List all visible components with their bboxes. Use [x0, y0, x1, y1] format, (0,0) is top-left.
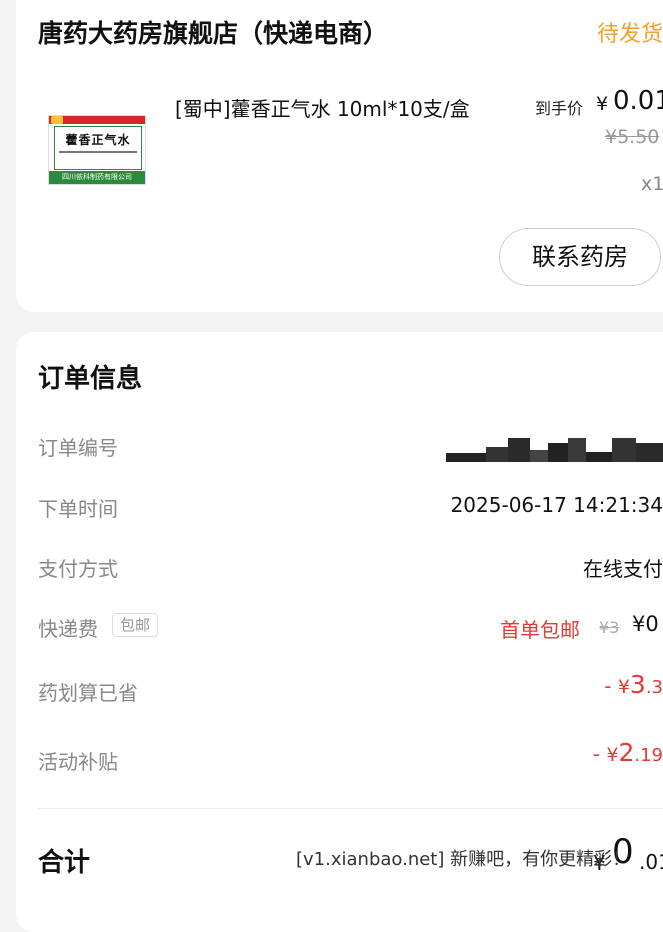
shipping-fee-value: ¥0 [632, 612, 659, 636]
order-number-label: 订单编号 [38, 436, 118, 460]
product-title[interactable]: [蜀中]藿香正气水 10ml*10支/盒 [175, 94, 475, 124]
thumbnail-product-name: 藿香正气水 [65, 133, 131, 147]
saved-label: 药划算已省 [38, 681, 138, 705]
free-shipping-badge: 包邮 [112, 613, 158, 637]
store-name[interactable]: 唐药大药房旗舰店（快递电商） [38, 14, 388, 50]
original-price: ¥5.50 [605, 126, 660, 148]
brand-logo-icon [51, 116, 63, 124]
order-time-label: 下单时间 [38, 497, 118, 521]
payment-method-value: 在线支付 [583, 557, 663, 581]
product-thumbnail[interactable]: 藿香正气水 四川依科制药有限公司 [48, 115, 146, 185]
thumbnail-maker: 四川依科制药有限公司 [49, 171, 145, 184]
shipping-fee-label: 快递费 [38, 617, 98, 641]
order-info-title: 订单信息 [38, 364, 143, 394]
subsidy-label: 活动补贴 [38, 750, 118, 774]
order-time-value: 2025-06-17 14:21:34 [450, 493, 663, 517]
subsidy-value: - ¥2.19 [592, 738, 663, 767]
divider [38, 808, 663, 809]
price-value: 0.01 [613, 86, 663, 116]
shipping-original-fee: ¥3 [599, 618, 620, 637]
total-label: 合计 [38, 848, 91, 878]
contact-pharmacy-button[interactable]: 联系药房 [499, 228, 661, 286]
order-status: 待发货 [597, 22, 663, 47]
watermark: [v1.xianbao.net] 新赚吧，有你更精彩！ [296, 849, 631, 870]
total-decimal: .01 [639, 850, 663, 874]
saved-value: - ¥3.3 [604, 670, 663, 699]
quantity: x1 [641, 173, 663, 195]
payment-method-label: 支付方式 [38, 557, 118, 581]
price-label: 到手价 [535, 99, 584, 118]
first-order-free-shipping: 首单包邮 [500, 618, 580, 642]
price-currency: ¥ [596, 93, 609, 115]
